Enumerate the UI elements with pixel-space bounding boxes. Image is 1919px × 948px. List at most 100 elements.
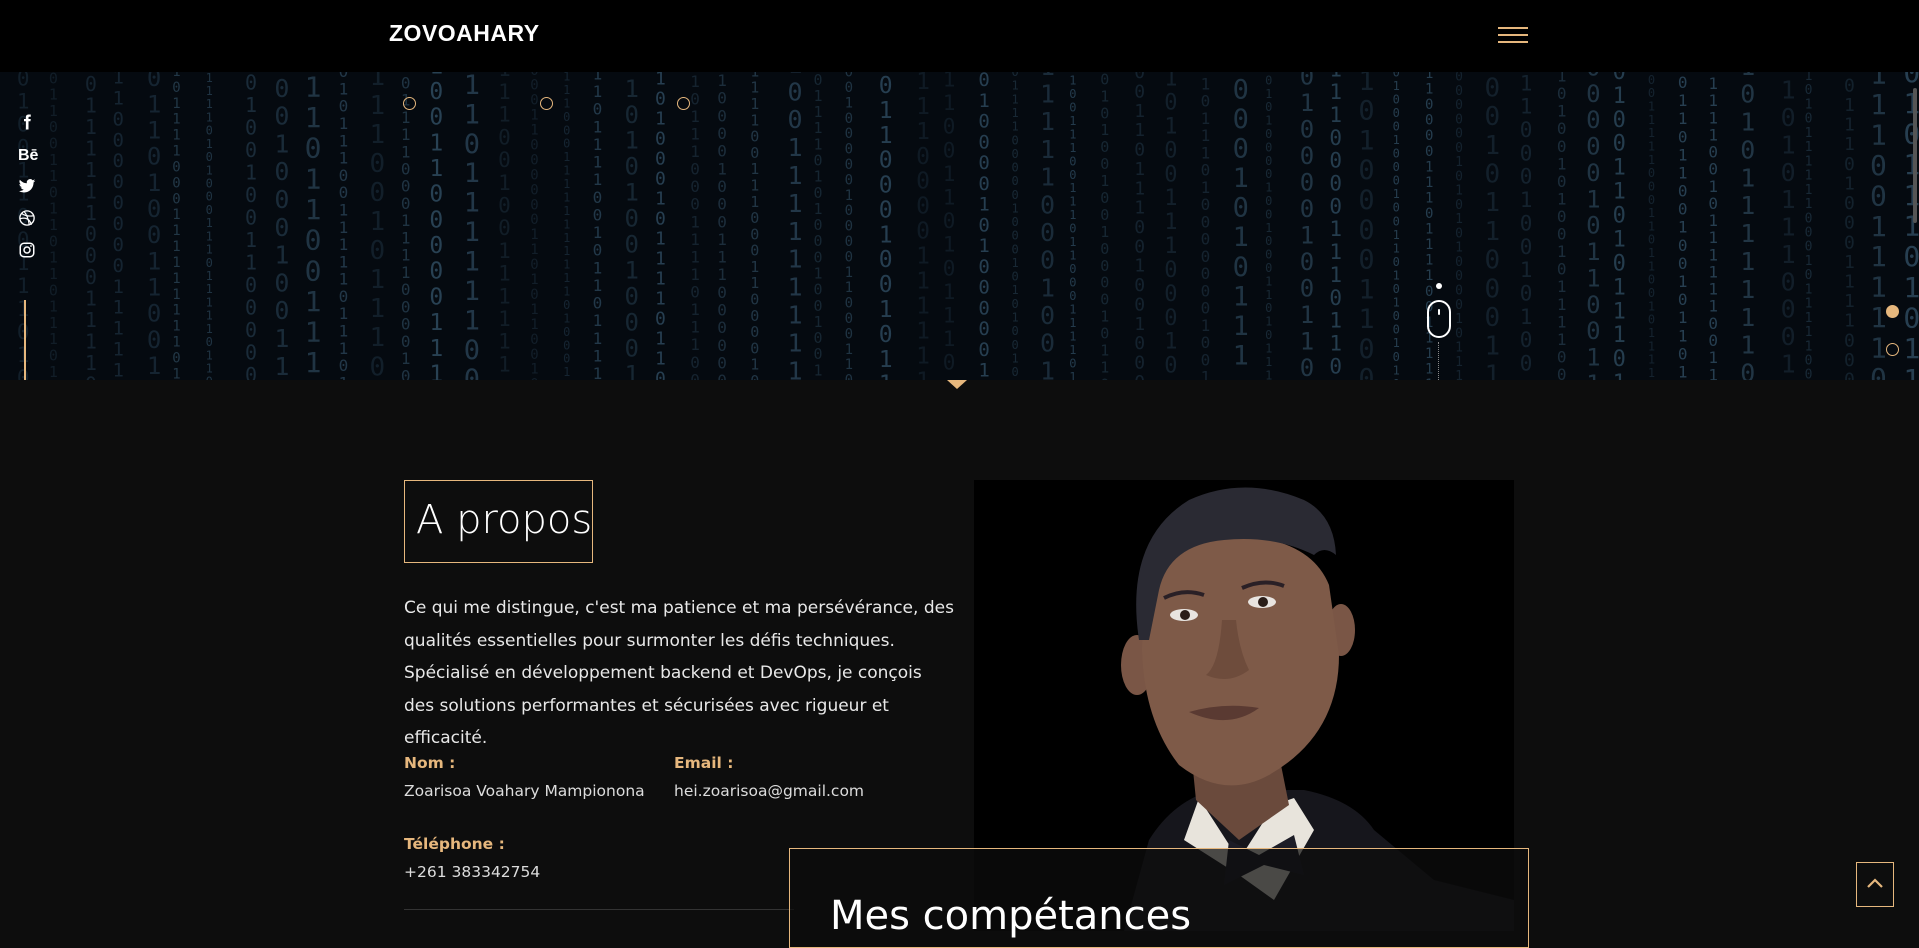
- svg-text:1: 1: [530, 317, 538, 333]
- svg-text:0: 0: [530, 78, 538, 94]
- svg-text:0: 0: [1300, 115, 1314, 143]
- back-to-top-button[interactable]: [1856, 862, 1894, 907]
- svg-text:0: 0: [1358, 155, 1374, 186]
- svg-text:0: 0: [1201, 230, 1211, 249]
- svg-text:1: 1: [49, 151, 58, 169]
- svg-text:1: 1: [1805, 140, 1813, 155]
- svg-text:0: 0: [1134, 217, 1145, 238]
- svg-text:0: 0: [1100, 240, 1109, 258]
- svg-text:1: 1: [401, 263, 411, 282]
- svg-text:0: 0: [1678, 73, 1688, 92]
- page-scrollbar[interactable]: [1913, 88, 1917, 223]
- svg-text:1: 1: [1012, 106, 1019, 120]
- svg-text:0: 0: [1012, 161, 1019, 175]
- svg-text:0: 0: [1164, 162, 1177, 187]
- svg-text:1: 1: [1781, 240, 1796, 269]
- svg-text:0: 0: [113, 255, 124, 277]
- svg-text:0: 0: [845, 111, 853, 127]
- svg-text:1: 1: [788, 189, 803, 218]
- svg-text:0: 0: [1520, 141, 1533, 165]
- svg-text:1: 1: [593, 117, 603, 136]
- svg-text:1: 1: [690, 247, 700, 266]
- svg-text:0: 0: [498, 216, 511, 240]
- svg-text:0: 0: [147, 72, 161, 92]
- slide-dot-2[interactable]: [1886, 343, 1899, 356]
- svg-text:1: 1: [1012, 120, 1019, 134]
- svg-text:0: 0: [274, 157, 289, 186]
- svg-text:1: 1: [147, 352, 161, 380]
- svg-text:1: 1: [1040, 163, 1055, 192]
- svg-text:0: 0: [1100, 138, 1109, 156]
- svg-text:1: 1: [1040, 273, 1055, 302]
- mouse-scroll-icon[interactable]: [1427, 300, 1451, 338]
- svg-text:0: 0: [464, 129, 480, 160]
- menu-line: [1498, 41, 1528, 43]
- svg-text:0: 0: [1613, 204, 1626, 229]
- svg-text:1: 1: [1393, 187, 1400, 201]
- svg-text:0: 0: [530, 182, 538, 198]
- svg-text:0: 0: [1012, 174, 1019, 188]
- svg-text:0: 0: [1201, 299, 1211, 318]
- svg-text:1: 1: [1740, 331, 1755, 360]
- ornament-dot: [540, 97, 553, 110]
- instagram-icon[interactable]: [18, 241, 42, 273]
- svg-text:0: 0: [1300, 168, 1314, 196]
- svg-text:1: 1: [401, 125, 411, 144]
- svg-text:0: 0: [1265, 154, 1272, 168]
- svg-text:0: 0: [1329, 354, 1342, 378]
- svg-text:0: 0: [1805, 240, 1813, 255]
- svg-text:1: 1: [1586, 370, 1600, 380]
- svg-text:1: 1: [1300, 327, 1314, 355]
- email-value[interactable]: hei.zoarisoa@gmail.com: [674, 782, 864, 800]
- svg-text:1: 1: [788, 301, 803, 330]
- svg-text:0: 0: [429, 259, 443, 285]
- svg-text:0: 0: [943, 256, 956, 280]
- svg-text:1: 1: [1425, 253, 1433, 269]
- svg-text:1: 1: [1805, 126, 1813, 141]
- svg-text:0: 0: [593, 188, 603, 207]
- svg-text:1: 1: [1164, 210, 1177, 235]
- svg-text:0: 0: [563, 123, 570, 137]
- svg-text:0: 0: [1485, 73, 1501, 103]
- svg-text:1: 1: [1805, 282, 1813, 297]
- svg-text:1: 1: [1781, 213, 1796, 242]
- dribbble-icon[interactable]: [18, 209, 42, 241]
- svg-text:1: 1: [1455, 184, 1463, 199]
- svg-text:1: 1: [1393, 296, 1400, 310]
- svg-text:1: 1: [1069, 195, 1076, 209]
- svg-text:1: 1: [916, 269, 930, 295]
- svg-text:1: 1: [1870, 240, 1887, 273]
- svg-text:0: 0: [1455, 112, 1463, 127]
- hamburger-menu-button[interactable]: [1498, 24, 1530, 46]
- svg-text:1: 1: [1134, 101, 1145, 122]
- svg-text:1: 1: [1648, 206, 1655, 220]
- svg-text:0: 0: [1844, 330, 1855, 351]
- svg-text:1: 1: [1613, 156, 1626, 181]
- svg-text:1: 1: [1265, 221, 1272, 235]
- svg-text:1: 1: [690, 230, 700, 249]
- svg-text:1: 1: [1678, 91, 1688, 110]
- svg-text:1: 1: [113, 297, 124, 319]
- site-logo[interactable]: ZOVOAHARY: [389, 20, 540, 47]
- svg-text:0: 0: [530, 152, 538, 168]
- svg-text:1: 1: [1425, 82, 1433, 98]
- phone-value[interactable]: +261 383342754: [404, 863, 540, 881]
- twitter-icon[interactable]: [18, 177, 42, 209]
- svg-text:1: 1: [1678, 109, 1688, 128]
- svg-text:1: 1: [172, 207, 180, 223]
- svg-text:1: 1: [401, 108, 411, 127]
- svg-text:0: 0: [1485, 274, 1501, 304]
- svg-text:1: 1: [1844, 115, 1855, 136]
- facebook-icon[interactable]: [18, 113, 42, 145]
- svg-text:0: 0: [147, 143, 161, 171]
- svg-text:1: 1: [845, 95, 853, 111]
- svg-text:1: 1: [879, 347, 893, 373]
- svg-text:1: 1: [1069, 343, 1076, 357]
- slide-dot-1[interactable]: [1886, 305, 1899, 318]
- svg-text:1: 1: [305, 316, 322, 349]
- behance-icon[interactable]: Bē: [18, 145, 42, 177]
- svg-text:1: 1: [978, 360, 989, 380]
- svg-text:0: 0: [1557, 84, 1567, 103]
- svg-text:1: 1: [1805, 154, 1813, 169]
- svg-text:1: 1: [206, 348, 213, 362]
